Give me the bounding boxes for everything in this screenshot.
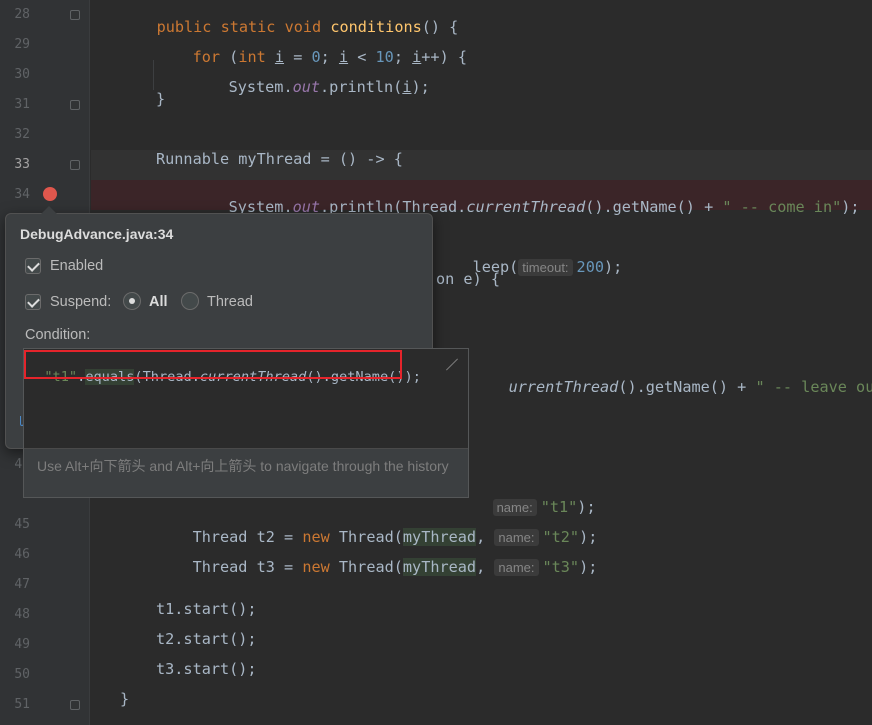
line-number: 31	[14, 97, 30, 112]
fold-icon[interactable]	[70, 160, 80, 170]
code-line-51[interactable]: }	[91, 690, 872, 720]
suspend-all-label[interactable]: All	[149, 294, 168, 310]
code-line-33[interactable]: Runnable myThread = () -> {	[91, 150, 872, 180]
indent-guide	[153, 60, 154, 90]
line-number: 47	[14, 577, 30, 592]
history-hint-area: Use Alt+向下箭头 and Alt+向上箭头 to navigate th…	[24, 448, 468, 497]
popup-title: DebugAdvance.java:34	[20, 226, 174, 242]
code-token: Runnable myThread = () -> {	[156, 150, 403, 168]
suspend-all-radio[interactable]	[123, 292, 141, 310]
code-token: on e) {	[436, 270, 501, 288]
code-token: ,	[476, 558, 495, 576]
line-number: 32	[14, 127, 30, 142]
code-token: t2.start();	[156, 630, 257, 648]
code-token: }	[120, 690, 130, 708]
fold-icon[interactable]	[70, 10, 80, 20]
fold-icon[interactable]	[70, 100, 80, 110]
line-number: 34	[14, 187, 30, 202]
code-token: Thread t3 =	[192, 558, 303, 576]
history-hint: Use Alt+向下箭头 and Alt+向上箭头 to navigate th…	[37, 458, 449, 474]
code-token: t3.start();	[156, 660, 257, 678]
line-number: 46	[14, 547, 30, 562]
code-token: ().getName() +	[618, 378, 756, 396]
code-token: );	[841, 198, 860, 216]
fold-icon[interactable]	[70, 700, 80, 710]
code-token: urrentThread	[508, 378, 619, 396]
code-line-30[interactable]: System.out.println(i);	[91, 60, 872, 96]
enabled-label[interactable]: Enabled	[50, 258, 103, 274]
code-line-34[interactable]: System.out.println(Thread.currentThread(…	[91, 180, 872, 216]
code-line-48[interactable]: t1.start();	[91, 600, 872, 630]
line-number: 29	[14, 37, 30, 52]
line-number: 30	[14, 67, 30, 82]
code-token: }	[156, 90, 166, 108]
code-token: currentThread	[466, 198, 586, 216]
code-token: ().getName() +	[585, 198, 723, 216]
highlight-box	[24, 350, 402, 379]
code-line-28[interactable]: public static void conditions() {	[91, 0, 872, 36]
line-number: 48	[14, 607, 30, 622]
code-token: Thread(	[338, 558, 403, 576]
line-number: 51	[14, 697, 30, 712]
code-token: " -- come in"	[722, 198, 842, 216]
breakpoint-icon[interactable]	[43, 187, 57, 201]
code-line-45[interactable]: Thread t2 = new Thread(myThread, name: "t…	[91, 510, 872, 546]
suspend-thread-label[interactable]: Thread	[207, 294, 253, 310]
code-line-46[interactable]: Thread t3 = new Thread(myThread, name: "t…	[91, 540, 872, 576]
code-token: " -- leave out"	[755, 378, 872, 396]
code-token: myThread	[402, 558, 477, 576]
code-line-31[interactable]: }	[91, 90, 872, 120]
popup-pointer	[41, 206, 57, 214]
line-number: 49	[14, 637, 30, 652]
code-token: "t3"	[542, 558, 580, 576]
enabled-checkbox[interactable]	[25, 258, 41, 274]
suspend-thread-radio[interactable]	[181, 292, 199, 310]
line-number: 33	[14, 157, 30, 172]
line-number: 50	[14, 667, 30, 682]
code-line-49[interactable]: t2.start();	[91, 630, 872, 660]
code-token: t1.start();	[156, 600, 257, 618]
condition-label: Condition:	[25, 327, 91, 343]
line-number: 45	[14, 517, 30, 532]
code-token: new	[302, 558, 339, 576]
line-number: 28	[14, 7, 30, 22]
parameter-hint: name:	[494, 559, 539, 576]
suspend-label[interactable]: Suspend:	[50, 294, 111, 310]
code-token: );	[579, 558, 598, 576]
code-line-29[interactable]: for (int i = 0; i < 10; i++) {	[91, 30, 872, 66]
suspend-checkbox[interactable]	[25, 294, 41, 310]
code-line-50[interactable]: t3.start();	[91, 660, 872, 690]
expand-icon[interactable]	[444, 358, 458, 372]
